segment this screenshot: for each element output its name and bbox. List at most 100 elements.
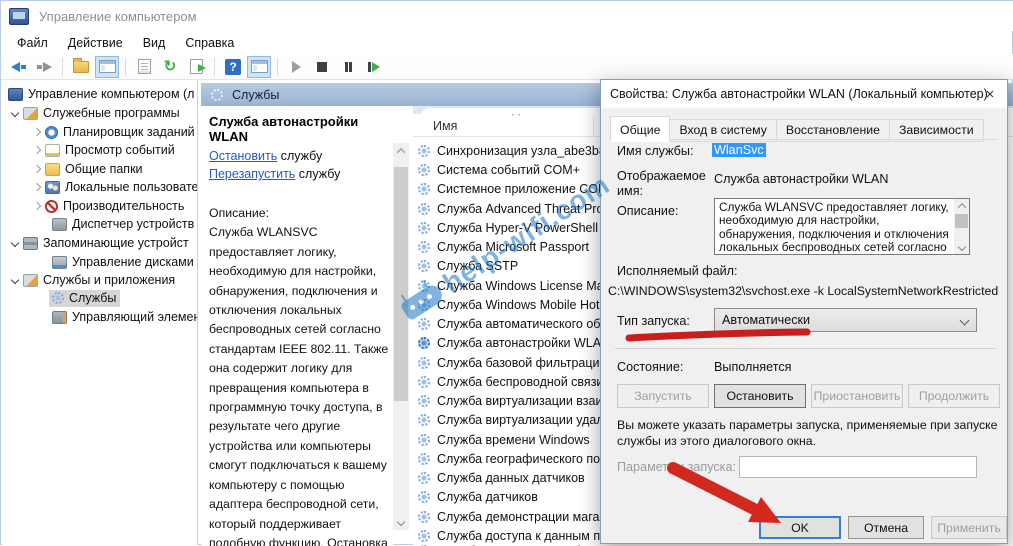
tree-item-services-and-apps[interactable]: Службы и приложения	[12, 271, 175, 289]
list-item[interactable]: Служба времени Windows	[413, 430, 590, 449]
tree-item-storage[interactable]: Запоминающие устройст	[12, 234, 189, 252]
shared-folders-icon	[45, 163, 60, 176]
console-tree: Управление компьютером (л Служебные прог…	[2, 80, 198, 545]
startup-params-input[interactable]	[739, 456, 977, 478]
refresh-button[interactable]: ↻	[158, 56, 182, 78]
export-list-button[interactable]	[184, 56, 208, 78]
tree-item-disk-management[interactable]: Управление дисками	[52, 253, 194, 271]
list-item[interactable]: Служба географического поло	[413, 449, 614, 468]
list-item[interactable]: Системное приложение COM+	[413, 179, 616, 198]
menu-action[interactable]: Действие	[58, 33, 133, 53]
scroll-down-button[interactable]	[954, 240, 969, 254]
chevron-down-icon[interactable]	[11, 239, 19, 247]
ok-button[interactable]: OK	[759, 516, 841, 539]
show-console-tree-button[interactable]	[95, 56, 119, 78]
close-icon[interactable]: ×	[975, 82, 1005, 106]
service-name: Система событий COM+	[437, 163, 580, 177]
tree-item-local-users[interactable]: Локальные пользовате	[34, 178, 198, 196]
list-item[interactable]: Служба Windows License Mana	[413, 276, 618, 295]
tree-item-system-tools[interactable]: Служебные программы	[12, 104, 180, 122]
list-item-selected[interactable]: Служба автонастройки WLAN	[413, 333, 610, 352]
chevron-right-icon[interactable]	[33, 146, 41, 154]
forward-button[interactable]	[32, 56, 56, 78]
list-item[interactable]: Система событий COM+	[413, 160, 580, 179]
back-button[interactable]	[6, 56, 30, 78]
scroll-down-button[interactable]	[393, 514, 409, 530]
startup-type-dropdown[interactable]: Автоматически	[714, 308, 977, 332]
tree-item-device-manager[interactable]: Диспетчер устройств	[52, 215, 194, 233]
scroll-up-button[interactable]	[954, 199, 969, 213]
toolbar-separator	[214, 58, 215, 76]
service-name: Служба демонстрации магази	[437, 510, 612, 524]
tree-item-root[interactable]: Управление компьютером (л	[8, 85, 194, 103]
list-item[interactable]: Служба Advanced Threat Prote	[413, 199, 614, 218]
resume-button[interactable]: Продолжить	[908, 384, 1000, 408]
list-item[interactable]: Служба базовой фильтрации	[413, 353, 607, 372]
chevron-down-icon[interactable]	[11, 109, 19, 117]
apply-button[interactable]: Применить	[931, 516, 1007, 539]
service-name: Служба географического поло	[437, 452, 614, 466]
pause-service-button[interactable]	[336, 56, 360, 78]
column-separator[interactable]	[593, 116, 594, 136]
chevron-right-icon[interactable]	[33, 165, 41, 173]
tab-general[interactable]: Общие	[610, 116, 670, 142]
list-item[interactable]: Служба датчиков	[413, 487, 538, 506]
menu-view[interactable]: Вид	[133, 33, 176, 53]
tree-item-task-scheduler[interactable]: Планировщик заданий	[34, 123, 195, 141]
tree-item-wmi-control[interactable]: Управляющий элемен	[52, 308, 198, 326]
chevron-right-icon[interactable]	[33, 183, 41, 191]
service-gear-icon	[418, 280, 430, 292]
list-item[interactable]: Служба SSTP	[413, 256, 518, 275]
service-name: Служба виртуализации взаимо	[437, 394, 618, 408]
chevron-right-icon[interactable]	[33, 128, 41, 136]
scrollbar-thumb[interactable]	[955, 214, 968, 228]
restart-service-button[interactable]	[362, 56, 386, 78]
list-item[interactable]: Служба Microsoft Passport	[413, 237, 589, 256]
chevron-down-icon[interactable]	[11, 276, 19, 284]
scrollbar-thumb[interactable]	[394, 167, 408, 401]
list-item[interactable]: Служба беспроводной связи B	[413, 372, 615, 391]
pause-button[interactable]: Приостановить	[811, 384, 903, 408]
list-item[interactable]: Служба данных датчиков	[413, 468, 585, 487]
start-service-button[interactable]	[284, 56, 308, 78]
service-name: Синхронизация узла_abe3b8	[437, 144, 606, 158]
up-level-button[interactable]	[69, 56, 93, 78]
help-button[interactable]: ?	[221, 56, 245, 78]
stop-service-button[interactable]	[310, 56, 334, 78]
tree-item-services[interactable]: Службы	[49, 289, 120, 307]
textarea-scrollbar[interactable]	[954, 199, 969, 254]
description-textarea[interactable]: Служба WLANSVC предоставляет логику, нео…	[714, 198, 970, 255]
scroll-up-button[interactable]	[393, 143, 409, 159]
stop-service-link[interactable]: Остановить	[209, 149, 277, 163]
device-manager-icon	[52, 218, 67, 231]
show-action-pane-button[interactable]	[247, 56, 271, 78]
list-item[interactable]: Синхронизация узла_abe3b8	[413, 141, 606, 160]
list-item[interactable]: Служба завершения работы в	[413, 541, 612, 546]
service-name: Служба Microsoft Passport	[437, 240, 589, 254]
tree-item-performance[interactable]: Производительность	[34, 197, 184, 215]
start-button[interactable]: Запустить	[617, 384, 709, 408]
tree-item-label: Служебные программы	[43, 106, 180, 120]
list-item[interactable]: Служба демонстрации магази	[413, 507, 612, 526]
chevron-right-icon[interactable]	[33, 202, 41, 210]
list-item[interactable]: Служба Hyper-V PowerShell Dir	[413, 218, 618, 237]
service-name: Служба виртуализации удален	[437, 413, 618, 427]
tree-item-shared-folders[interactable]: Общие папки	[34, 160, 143, 178]
description-scrollbar[interactable]	[393, 143, 409, 530]
toolbar: ↻ ?	[1, 54, 1013, 80]
computer-icon	[8, 88, 23, 101]
menu-help[interactable]: Справка	[175, 33, 244, 53]
stop-button[interactable]: Остановить	[714, 384, 806, 408]
tree-item-label: Управление компьютером (л	[28, 87, 194, 101]
system-tools-icon	[23, 107, 38, 120]
tree-item-event-viewer[interactable]: Просмотр событий	[34, 141, 175, 159]
list-item[interactable]: Служба виртуализации удален	[413, 410, 618, 429]
restart-service-link[interactable]: Перезапустить	[209, 167, 295, 181]
selected-text[interactable]: WlanSvc	[712, 143, 766, 157]
list-item[interactable]: Служба виртуализации взаимо	[413, 391, 618, 410]
list-item[interactable]: Служба Windows Mobile Hotsp	[413, 295, 613, 314]
properties-button[interactable]	[132, 56, 156, 78]
list-item[interactable]: Служба автоматического обна	[413, 314, 614, 333]
menu-file[interactable]: Файл	[7, 33, 58, 53]
cancel-button[interactable]: Отмена	[848, 516, 924, 539]
